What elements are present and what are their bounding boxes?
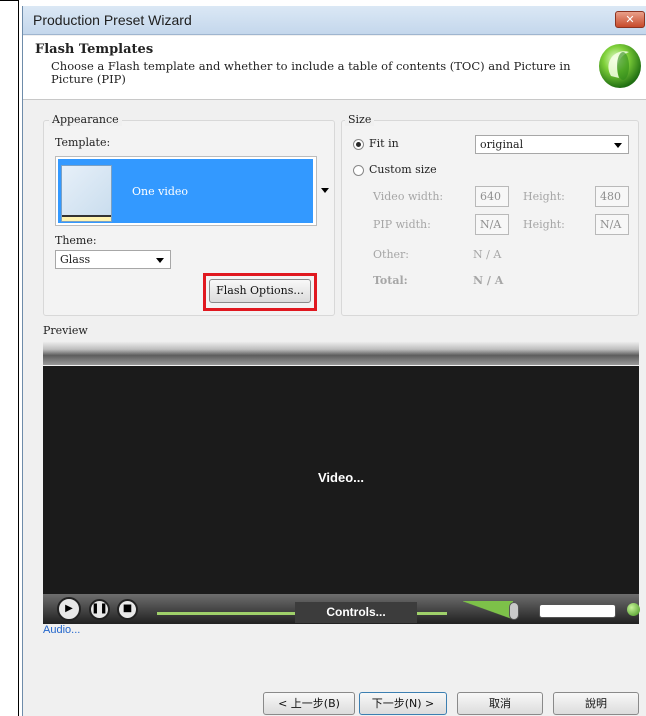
close-icon: ✕	[625, 13, 635, 26]
theme-select[interactable]: Glass	[55, 250, 171, 269]
theme-label: Theme:	[55, 234, 97, 247]
template-label: Template:	[55, 136, 111, 149]
custom-size-radio[interactable]	[353, 165, 364, 176]
play-button[interactable]: ▶	[57, 597, 81, 621]
pause-button[interactable]: ❚❚	[89, 599, 110, 620]
wizard-header: Flash Templates Choose a Flash template …	[23, 36, 646, 100]
next-button[interactable]: 下一步(N) >	[359, 692, 447, 715]
chevron-down-icon	[156, 258, 164, 263]
pip-height-input[interactable]: N/A	[595, 214, 629, 235]
total-label: Total:	[373, 274, 408, 287]
title-bar: Production Preset Wizard ✕	[23, 6, 646, 35]
appearance-group-label: Appearance	[49, 113, 122, 126]
help-button[interactable]: 說明	[553, 692, 639, 715]
back-button[interactable]: < 上一步(B)	[263, 692, 355, 715]
pip-height-label: Height:	[523, 218, 565, 231]
theme-select-value: Glass	[60, 253, 91, 266]
pip-width-input[interactable]: N/A	[475, 214, 509, 235]
template-thumbnail-strip	[62, 215, 111, 221]
total-value: N / A	[473, 274, 504, 287]
preview-top-bar	[43, 341, 639, 365]
video-preview-area: Video...	[43, 366, 639, 594]
size-group-label: Size	[345, 113, 375, 126]
wizard-window: Production Preset Wizard ✕ Flash Templat…	[22, 6, 646, 716]
video-height-label: Height:	[523, 190, 565, 203]
template-item-label: One video	[132, 185, 189, 198]
page-description: Choose a Flash template and whether to i…	[51, 59, 571, 86]
custom-size-label: Custom size	[369, 163, 437, 176]
template-dropdown-arrow-icon[interactable]	[317, 156, 333, 226]
frame-left-line	[18, 0, 19, 716]
playback-controls-bar: ▶ ❚❚ ■ Controls...	[43, 594, 640, 624]
other-value: N / A	[473, 248, 502, 261]
close-button[interactable]: ✕	[615, 11, 645, 28]
video-height-input[interactable]: 480	[595, 186, 629, 207]
other-label: Other:	[373, 248, 409, 261]
chevron-down-icon	[614, 143, 622, 148]
play-icon: ▶	[65, 603, 73, 614]
frame-top-line	[0, 0, 19, 1]
video-width-label: Video width:	[373, 190, 444, 203]
fit-in-radio[interactable]	[353, 139, 364, 150]
video-placeholder-label: Video...	[318, 470, 364, 485]
preview-label: Preview	[43, 324, 88, 337]
audio-placeholder-label: Audio...	[43, 624, 81, 636]
page-title: Flash Templates	[35, 42, 154, 57]
caption-field	[539, 604, 616, 618]
fit-in-select[interactable]: original	[475, 135, 629, 154]
next-button-label: 下一步(N) >	[371, 697, 435, 710]
template-thumbnail	[61, 165, 112, 222]
help-button-label: 說明	[585, 697, 607, 710]
video-width-input[interactable]: 640	[475, 186, 509, 207]
status-ball-icon	[627, 603, 640, 616]
template-picker[interactable]: One video	[55, 156, 317, 226]
camtasia-logo-icon	[599, 44, 641, 88]
cancel-button[interactable]: 取消	[457, 692, 543, 715]
pip-width-label: PIP width:	[373, 218, 431, 231]
flash-options-button-label: Flash Options...	[216, 284, 304, 297]
flash-options-button[interactable]: Flash Options...	[209, 279, 311, 303]
volume-knob[interactable]	[509, 602, 519, 620]
volume-slider[interactable]	[463, 601, 513, 619]
back-button-label: < 上一步(B)	[278, 697, 340, 710]
window-title: Production Preset Wizard	[33, 12, 192, 28]
fit-in-label: Fit in	[369, 137, 399, 150]
stop-icon: ■	[122, 603, 133, 614]
cancel-button-label: 取消	[489, 697, 511, 710]
controls-placeholder-label: Controls...	[295, 602, 417, 623]
template-item-one-video[interactable]: One video	[58, 159, 313, 223]
fit-in-select-value: original	[480, 138, 524, 151]
pause-icon: ❚❚	[91, 603, 108, 614]
stop-button[interactable]: ■	[117, 599, 138, 620]
